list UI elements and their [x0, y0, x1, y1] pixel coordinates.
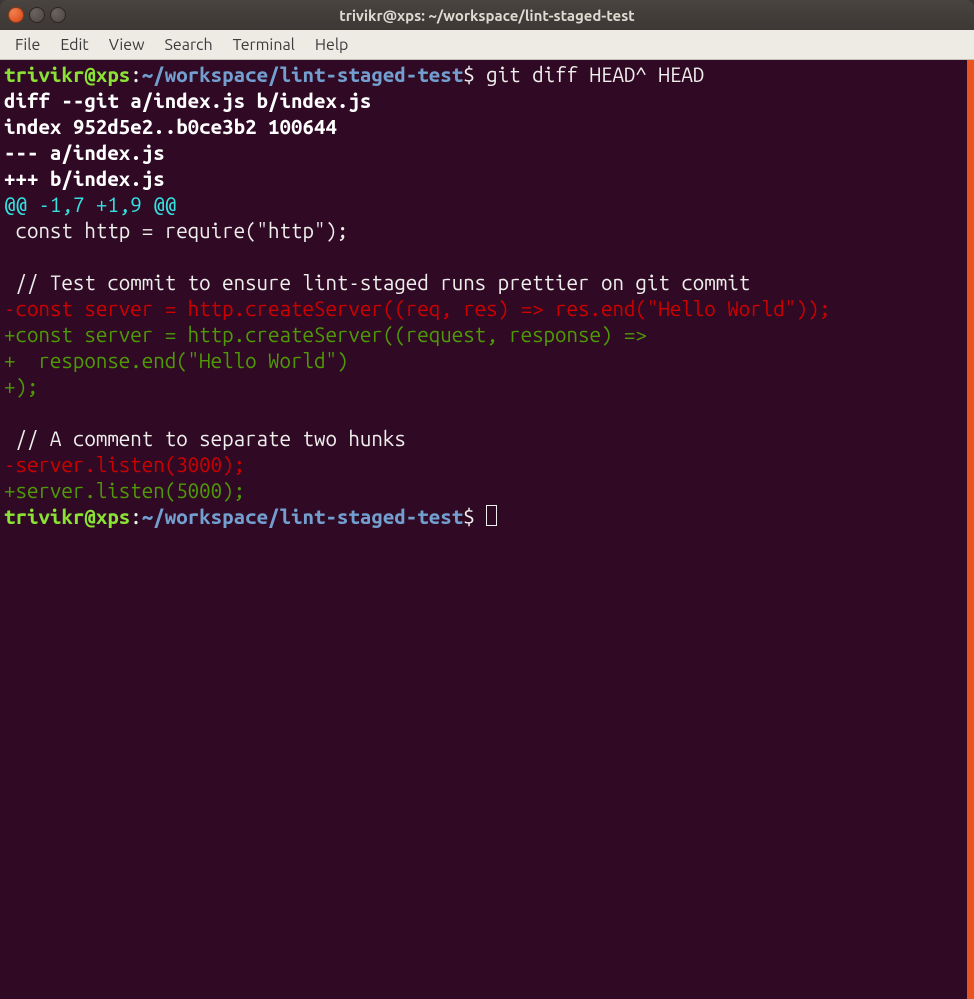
menubar: File Edit View Search Terminal Help	[0, 30, 974, 60]
diff-file-b: +++ b/index.js	[4, 166, 970, 192]
maximize-button[interactable]	[50, 7, 66, 23]
titlebar[interactable]: trivikr@xps: ~/workspace/lint-staged-tes…	[0, 0, 974, 30]
prompt-line: trivikr@xps:~/workspace/lint-staged-test…	[4, 62, 970, 88]
scrollbar[interactable]	[967, 60, 974, 999]
diff-file-a: --- a/index.js	[4, 140, 970, 166]
prompt-colon: :	[130, 63, 141, 86]
diff-addition: +);	[4, 374, 970, 400]
diff-context: const http = require("http");	[4, 218, 970, 244]
menu-view[interactable]: View	[100, 32, 154, 58]
diff-addition: +server.listen(5000);	[4, 478, 970, 504]
menu-edit[interactable]: Edit	[51, 32, 97, 58]
diff-addition: + response.end("Hello World")	[4, 348, 970, 374]
prompt-dollar: $	[463, 63, 474, 86]
window-title: trivikr@xps: ~/workspace/lint-staged-tes…	[339, 7, 635, 24]
prompt-line: trivikr@xps:~/workspace/lint-staged-test…	[4, 504, 970, 530]
diff-context: // Test commit to ensure lint-staged run…	[4, 270, 970, 296]
menu-terminal[interactable]: Terminal	[224, 32, 304, 58]
diff-header: diff --git a/index.js b/index.js	[4, 88, 970, 114]
prompt-colon: :	[130, 505, 141, 528]
diff-blank	[4, 244, 970, 270]
prompt-path: ~/workspace/lint-staged-test	[142, 505, 463, 528]
diff-blank	[4, 400, 970, 426]
prompt-path: ~/workspace/lint-staged-test	[142, 63, 463, 86]
command-text: git diff HEAD^ HEAD	[475, 63, 705, 86]
diff-addition: +const server = http.createServer((reque…	[4, 322, 970, 348]
diff-deletion: -const server = http.createServer((req, …	[4, 296, 970, 322]
minimize-button[interactable]	[29, 7, 45, 23]
menu-search[interactable]: Search	[156, 32, 222, 58]
diff-index: index 952d5e2..b0ce3b2 100644	[4, 114, 970, 140]
diff-deletion: -server.listen(3000);	[4, 452, 970, 478]
diff-hunk: @@ -1,7 +1,9 @@	[4, 192, 970, 218]
cursor-icon	[486, 505, 497, 526]
window-controls	[8, 7, 66, 23]
close-button[interactable]	[8, 7, 24, 23]
menu-help[interactable]: Help	[306, 32, 358, 58]
terminal-output[interactable]: trivikr@xps:~/workspace/lint-staged-test…	[0, 60, 974, 999]
prompt-dollar: $	[463, 505, 474, 528]
prompt-user-host: trivikr@xps	[4, 505, 130, 528]
terminal-window: trivikr@xps: ~/workspace/lint-staged-tes…	[0, 0, 974, 999]
menu-file[interactable]: File	[6, 32, 49, 58]
prompt-user-host: trivikr@xps	[4, 63, 130, 86]
diff-context: // A comment to separate two hunks	[4, 426, 970, 452]
